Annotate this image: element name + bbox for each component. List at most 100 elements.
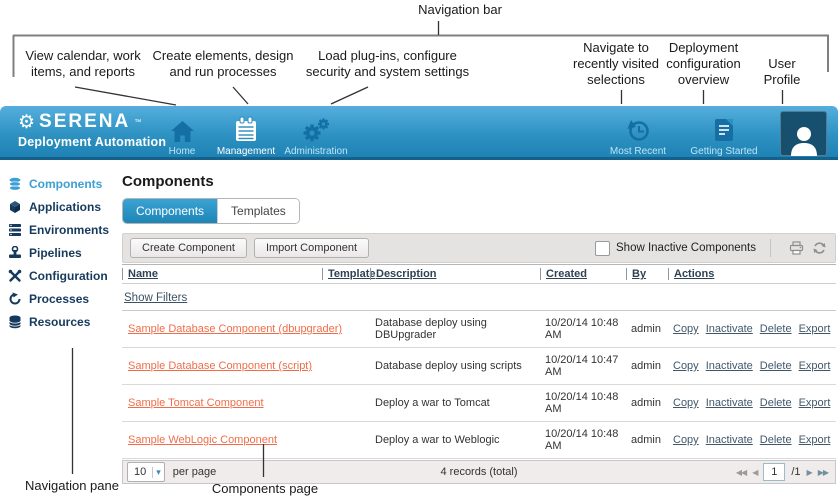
inactivate-link[interactable]: Inactivate — [706, 397, 753, 409]
tab-components[interactable]: Components — [123, 199, 217, 223]
components-table: Name Template Description Created By Act… — [122, 264, 836, 459]
delete-link[interactable]: Delete — [760, 397, 792, 409]
user-profile-button[interactable] — [780, 111, 827, 156]
component-link[interactable]: Sample Tomcat Component — [128, 397, 264, 409]
nav-item-label: Management — [217, 146, 275, 157]
nav-item-getting-started[interactable]: Getting Started — [682, 111, 766, 157]
toolbar: Create Component Import Component Show I… — [122, 233, 836, 263]
created-cell: 10/20/14 10:48 AM — [540, 317, 626, 341]
nav-item-most-recent[interactable]: Most Recent — [600, 111, 676, 157]
sidebar-item-label: Environments — [29, 223, 109, 237]
show-inactive-label[interactable]: Show Inactive Components — [616, 242, 756, 254]
export-link[interactable]: Export — [799, 360, 831, 372]
table-row: Sample Database Component (script) Datab… — [122, 348, 836, 385]
copy-link[interactable]: Copy — [673, 360, 699, 372]
delete-link[interactable]: Delete — [760, 323, 792, 335]
copy-link[interactable]: Copy — [673, 323, 699, 335]
delete-link[interactable]: Delete — [760, 360, 792, 372]
description-cell: Deploy a war to Tomcat — [370, 397, 540, 409]
sidebar-item-resources[interactable]: Resources — [8, 310, 118, 333]
toolbar-divider — [770, 239, 771, 257]
copy-link[interactable]: Copy — [673, 434, 699, 446]
annotation-callout-user-profile: User Profile — [752, 56, 812, 88]
sidebar-item-label: Components — [29, 177, 102, 191]
refresh-button[interactable] — [812, 241, 827, 255]
page-title: Components — [122, 173, 836, 190]
column-header-actions[interactable]: Actions — [668, 268, 836, 280]
column-header-name[interactable]: Name — [122, 268, 322, 280]
created-cell: 10/20/14 10:48 AM — [540, 428, 626, 452]
sidebar-item-label: Processes — [29, 292, 89, 306]
serena-logo[interactable]: ⚙ SERENA ™ Deployment Automation — [18, 111, 166, 149]
home-icon — [169, 119, 196, 145]
annotation-navigation-bar: Navigation bar — [380, 2, 540, 18]
nav-item-home[interactable]: Home — [158, 111, 206, 157]
inactivate-link[interactable]: Inactivate — [706, 360, 753, 372]
sidebar-item-label: Configuration — [29, 269, 108, 283]
print-button[interactable] — [789, 241, 804, 255]
sidebar-item-environments[interactable]: Environments — [8, 218, 118, 241]
export-link[interactable]: Export — [799, 397, 831, 409]
records-total: 4 records (total) — [123, 466, 835, 478]
description-cell: Deploy a war to Weblogic — [370, 434, 540, 446]
annotation-callout-management: Create elements, design and run processe… — [148, 48, 298, 80]
nav-item-administration[interactable]: Administration — [282, 111, 350, 157]
annotation-callout-getting-started: Deployment configuration overview — [655, 40, 752, 88]
inactivate-link[interactable]: Inactivate — [706, 434, 753, 446]
column-header-description[interactable]: Description — [370, 268, 540, 280]
actions-cell: Copy Inactivate Delete Export — [668, 323, 836, 335]
delete-link[interactable]: Delete — [760, 434, 792, 446]
sidebar-item-configuration[interactable]: Configuration — [8, 264, 118, 287]
import-component-button[interactable]: Import Component — [254, 238, 369, 258]
tab-templates[interactable]: Templates — [217, 199, 299, 223]
printer-icon — [789, 241, 804, 255]
serena-gear-icon: ⚙ — [18, 113, 35, 132]
show-filters-row: Show Filters — [122, 284, 836, 311]
management-icon — [232, 116, 260, 145]
environments-icon — [8, 223, 22, 237]
component-link[interactable]: Sample WebLogic Component — [128, 434, 277, 446]
sidebar-item-pipelines[interactable]: Pipelines — [8, 241, 118, 264]
component-name-cell: Sample Database Component (dbupgrader) — [122, 323, 370, 335]
component-name-cell: Sample Tomcat Component — [122, 397, 370, 409]
table-row: Sample Database Component (dbupgrader) D… — [122, 311, 836, 348]
column-header-by[interactable]: By — [626, 268, 668, 280]
column-header-created[interactable]: Created — [540, 268, 626, 280]
sidebar-item-applications[interactable]: Applications — [8, 195, 118, 218]
sidebar-item-components[interactable]: Components — [8, 172, 118, 195]
screenshot-root: Navigation bar View calendar, work items… — [0, 0, 838, 496]
most-recent-icon — [623, 117, 653, 145]
created-cell: 10/20/14 10:47 AM — [540, 354, 626, 378]
components-page: Components Components Templates Create C… — [122, 170, 836, 484]
refresh-icon — [812, 241, 827, 255]
pipelines-icon — [8, 246, 22, 260]
actions-cell: Copy Inactivate Delete Export — [668, 397, 836, 409]
nav-item-management[interactable]: Management — [214, 111, 278, 157]
created-cell: 10/20/14 10:48 AM — [540, 391, 626, 415]
annotation-callout-home: View calendar, work items, and reports — [10, 48, 156, 80]
component-link[interactable]: Sample Database Component (script) — [128, 360, 312, 372]
inactivate-link[interactable]: Inactivate — [706, 323, 753, 335]
nav-item-label: Administration — [284, 146, 347, 157]
table-row: Sample WebLogic Component Deploy a war t… — [122, 422, 836, 459]
create-component-button[interactable]: Create Component — [130, 238, 247, 258]
processes-icon — [8, 292, 22, 306]
component-link[interactable]: Sample Database Component (dbupgrader) — [128, 323, 342, 335]
components-icon — [8, 177, 22, 191]
sidebar-item-label: Resources — [29, 315, 90, 329]
show-inactive-checkbox[interactable] — [595, 241, 610, 256]
nav-item-label: Getting Started — [690, 146, 757, 157]
copy-link[interactable]: Copy — [673, 397, 699, 409]
description-cell: Database deploy using DBUpgrader — [370, 317, 540, 341]
sidebar-item-processes[interactable]: Processes — [8, 287, 118, 310]
brand-name: SERENA — [39, 111, 130, 133]
description-cell: Database deploy using scripts — [370, 360, 540, 372]
export-link[interactable]: Export — [799, 434, 831, 446]
show-filters-link[interactable]: Show Filters — [124, 292, 187, 304]
annotation-callout-administration: Load plug-ins, configure security and sy… — [300, 48, 475, 80]
pagination-bar: 4 records (total) 10 ▾ per page ◀◀ ◀ 1 /… — [122, 460, 836, 484]
export-link[interactable]: Export — [799, 323, 831, 335]
configuration-icon — [8, 269, 22, 283]
resources-icon — [8, 315, 22, 329]
column-header-template[interactable]: Template — [322, 268, 370, 280]
